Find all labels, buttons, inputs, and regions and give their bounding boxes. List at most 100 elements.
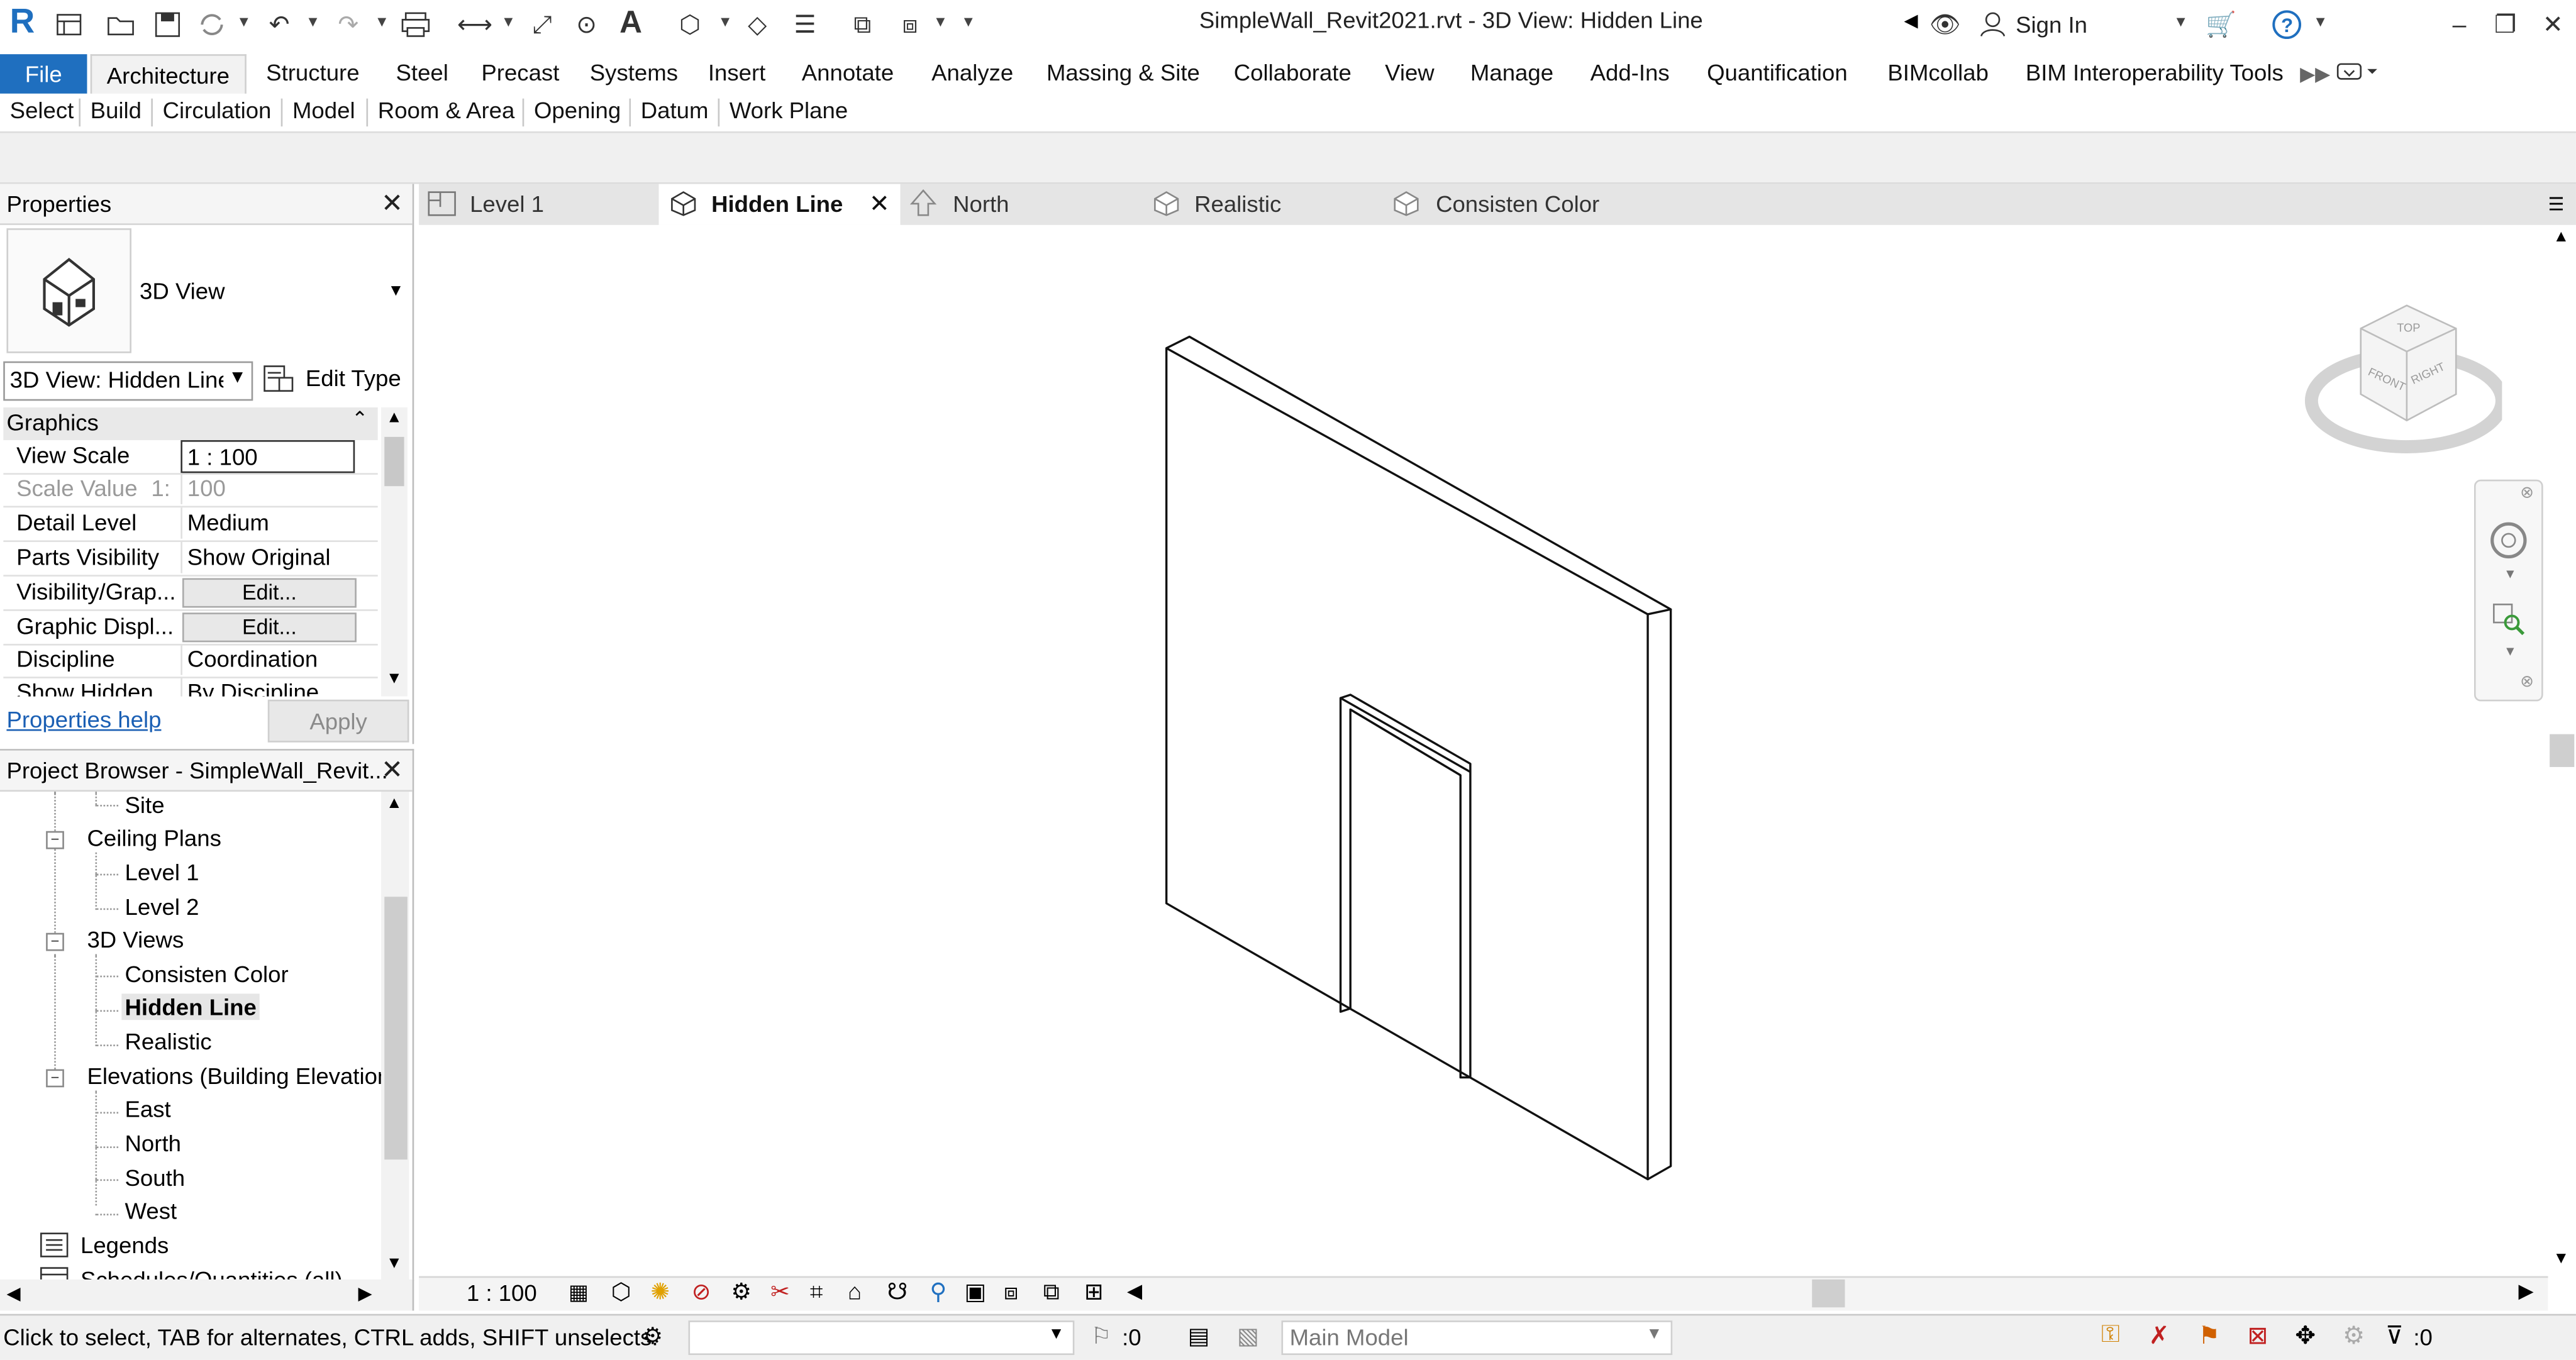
collapse-icon[interactable]: −: [46, 831, 64, 849]
print-icon[interactable]: [399, 8, 432, 41]
select-by-face-icon[interactable]: ⊠: [2247, 1320, 2268, 1350]
tree-item-ceiling-level-2[interactable]: Level 2: [125, 893, 199, 920]
design-options-icon[interactable]: ▤: [1188, 1322, 1210, 1350]
tab-add-ins[interactable]: Add-Ins: [1591, 59, 1670, 86]
tab-insert[interactable]: Insert: [708, 59, 765, 86]
tab-precast[interactable]: Precast: [481, 59, 559, 86]
detail-level-icon[interactable]: ▦: [569, 1280, 589, 1306]
properties-scrollbar[interactable]: ▲ ▼: [381, 407, 408, 697]
close-hidden-windows-icon[interactable]: ⧉: [846, 8, 879, 41]
tab-file[interactable]: File: [0, 54, 87, 94]
tab-bimcollab[interactable]: BIMcollab: [1887, 59, 1989, 86]
chevron-left-icon[interactable]: ◀: [6, 1283, 20, 1304]
analytical-model-icon[interactable]: ⧉: [1043, 1278, 1060, 1305]
customize-qat-icon[interactable]: ▼: [961, 13, 975, 30]
tree-item-ceiling-level-1[interactable]: Level 1: [125, 859, 199, 885]
graphic-display-edit-button[interactable]: Edit...: [182, 612, 357, 643]
temporary-view-properties-icon[interactable]: ▣: [964, 1278, 986, 1305]
scroll-thumb[interactable]: [2550, 734, 2575, 767]
chevron-down-icon[interactable]: ▼: [387, 282, 404, 301]
tab-bim-interoperability-tools[interactable]: BIM Interoperability Tools: [2026, 59, 2284, 86]
open-icon[interactable]: [105, 8, 138, 41]
thin-lines-icon[interactable]: ☰: [789, 8, 821, 41]
properties-help-link[interactable]: Properties help: [6, 706, 161, 733]
chevron-down-icon[interactable]: ▼: [933, 13, 948, 30]
chevron-left-icon[interactable]: ◀: [1127, 1280, 1142, 1303]
chevron-right-icon[interactable]: ▶: [358, 1283, 372, 1304]
prop-value-cell[interactable]: Show Original: [180, 542, 376, 573]
scroll-thumb[interactable]: [384, 897, 408, 1160]
tag-icon[interactable]: ⊙: [570, 8, 602, 41]
tree-item-elevations[interactable]: Elevations (Building Elevation): [87, 1063, 381, 1089]
rendering-icon[interactable]: ⚙: [731, 1278, 752, 1305]
chevron-down-icon[interactable]: ▼: [2553, 1250, 2569, 1268]
close-icon[interactable]: ⊗: [2520, 485, 2534, 503]
model-3d-wall[interactable]: [419, 225, 2548, 1276]
more-tabs-icon[interactable]: ▶▶: [2300, 62, 2330, 86]
prop-value-cell[interactable]: Coordination: [180, 643, 376, 675]
section-icon[interactable]: ◇: [741, 8, 774, 41]
chevron-down-icon[interactable]: ▼: [236, 13, 251, 30]
tab-view[interactable]: View: [1385, 59, 1435, 86]
tree-item-north[interactable]: North: [125, 1130, 181, 1156]
tree-item-west[interactable]: West: [125, 1197, 177, 1224]
workset-select[interactable]: ▼: [688, 1320, 1075, 1356]
panel-work-plane[interactable]: Work Plane: [730, 97, 848, 123]
tree-item-ceiling-plans[interactable]: Ceiling Plans: [87, 824, 221, 851]
chevron-down-icon[interactable]: ▼: [2313, 13, 2328, 30]
sun-path-icon[interactable]: ✺: [650, 1278, 670, 1305]
tab-manage[interactable]: Manage: [1470, 59, 1553, 86]
prop-value-cell[interactable]: By Discipline: [180, 677, 376, 697]
horizontal-scroll-thumb[interactable]: [1812, 1279, 1845, 1308]
drag-elements-icon[interactable]: ✥: [2295, 1320, 2316, 1350]
apply-button[interactable]: Apply: [267, 699, 409, 743]
canvas-vertical-scrollbar[interactable]: ▲ ▼: [2548, 224, 2576, 1276]
instance-filter-select[interactable]: 3D View: Hidden Line ▼: [3, 361, 253, 401]
tab-collaborate[interactable]: Collaborate: [1234, 59, 1352, 86]
filter-icon[interactable]: ⊽: [2385, 1320, 2404, 1350]
prop-row-graphic-display[interactable]: Graphic Displ... Edit...: [3, 611, 378, 646]
panel-build[interactable]: Build: [91, 97, 142, 123]
ribbon-minimize-icon[interactable]: [2336, 61, 2379, 89]
restore-icon[interactable]: ❐: [2489, 8, 2521, 41]
chevron-left-icon[interactable]: ◀: [1904, 10, 1918, 31]
tab-steel[interactable]: Steel: [396, 59, 448, 86]
tree-item-legends[interactable]: Legends: [80, 1232, 169, 1258]
panel-datum[interactable]: Datum: [641, 97, 709, 123]
visual-style-icon[interactable]: ⬡: [611, 1278, 631, 1305]
scroll-thumb[interactable]: [384, 436, 404, 487]
prop-row-detail-level[interactable]: Detail Level Medium: [3, 507, 378, 543]
tree-item-east[interactable]: East: [125, 1095, 171, 1122]
close-icon[interactable]: ✕: [869, 189, 890, 218]
close-icon[interactable]: ✕: [381, 187, 403, 220]
chevron-down-icon[interactable]: ▼: [375, 13, 389, 30]
drawing-area[interactable]: TOP FRONT RIGHT ⊗ ▼ ▼ ⊗: [419, 224, 2548, 1276]
worksharing-icon[interactable]: ⧈: [1004, 1278, 1018, 1305]
view-scale-field[interactable]: 1 : 100: [180, 440, 355, 473]
temporary-hide-icon[interactable]: ☋: [887, 1278, 908, 1305]
chevron-down-icon[interactable]: ▼: [306, 13, 320, 30]
view-tab-hidden-line[interactable]: Hidden Line ✕: [658, 184, 901, 225]
close-window-icon[interactable]: ✕: [2536, 8, 2569, 41]
options-icon[interactable]: ⊗: [2520, 673, 2534, 692]
prop-row-visibility-graphics[interactable]: Visibility/Grap... Edit...: [3, 577, 378, 611]
tree-item-hidden-line[interactable]: Hidden Line: [121, 993, 260, 1020]
tab-annotate[interactable]: Annotate: [802, 59, 894, 86]
tree-item-site[interactable]: Site: [125, 792, 165, 818]
visibility-edit-button[interactable]: Edit...: [182, 578, 357, 608]
chevron-down-icon[interactable]: ▼: [2174, 13, 2188, 30]
reveal-hidden-icon[interactable]: ⚲: [930, 1278, 947, 1305]
design-option-select[interactable]: Main Model ▼: [1281, 1320, 1673, 1356]
tab-systems[interactable]: Systems: [590, 59, 678, 86]
shadows-icon[interactable]: ⊘: [692, 1278, 711, 1305]
select-underlay-icon[interactable]: ✗: [2149, 1320, 2170, 1350]
tree-item-consisten-color[interactable]: Consisten Color: [125, 961, 289, 987]
tab-structure[interactable]: Structure: [266, 59, 359, 86]
panel-select[interactable]: Select: [10, 97, 74, 123]
viewcube-icon[interactable]: TOP FRONT RIGHT: [2304, 299, 2509, 463]
zoom-region-icon[interactable]: [2492, 603, 2525, 641]
user-icon[interactable]: [1976, 8, 2009, 41]
view-tab-consisten-color[interactable]: Consisten Color: [1385, 184, 1631, 225]
help-icon[interactable]: ?: [2270, 8, 2303, 41]
view-tab-level-1[interactable]: Level 1: [419, 184, 657, 225]
